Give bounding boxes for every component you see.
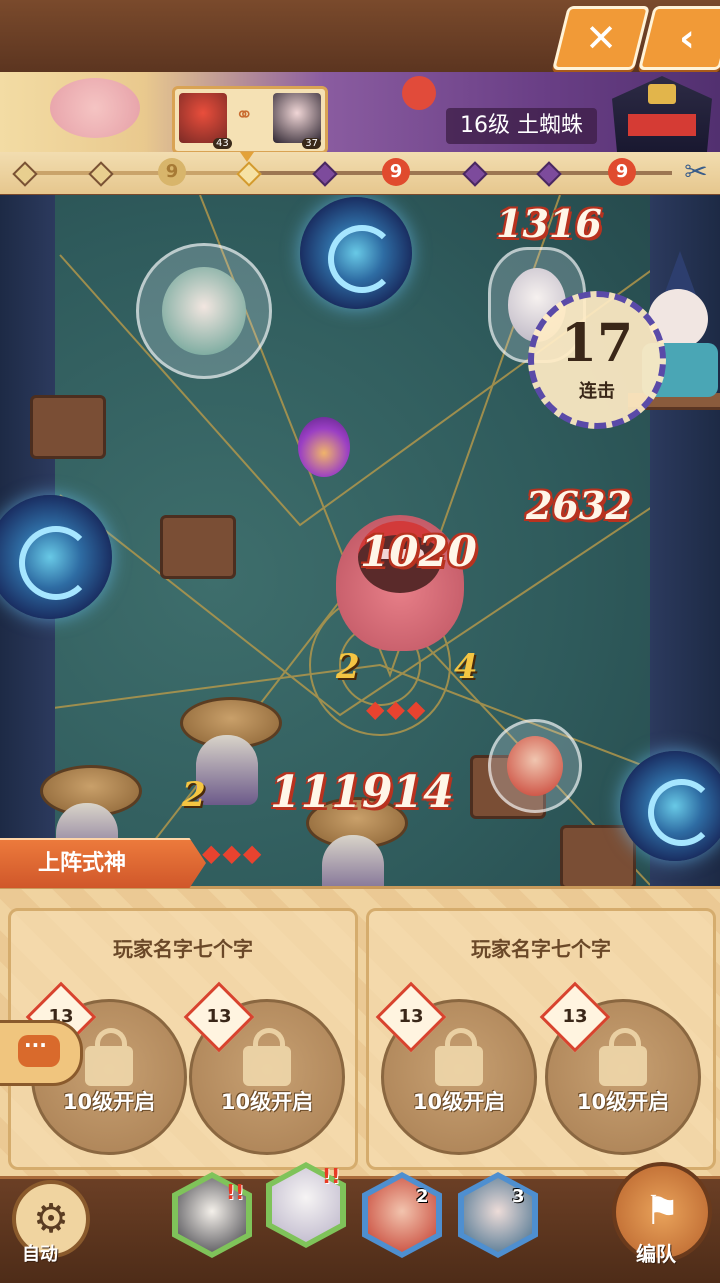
stage-node (462, 161, 488, 187)
hero-alert-badge: !! (322, 1164, 341, 1188)
boss-hp-diamonds: ◆◆◆ (366, 695, 428, 723)
ghost-fire-wisp (298, 417, 350, 477)
close-icon: ✕ (585, 16, 617, 60)
formation-label: 编队 (636, 1242, 676, 1266)
hit-count: 4 (454, 647, 478, 687)
wave-spiral-icon: 9 (158, 158, 186, 186)
combo-label: 连击 (579, 381, 615, 402)
player-avatar-1 (179, 93, 227, 143)
shikigami-bubble[interactable] (136, 243, 272, 379)
stage-node-current (236, 161, 262, 187)
damage-number: 2632 (526, 483, 632, 528)
unlock-level-text: 10级开启 (412, 1090, 506, 1114)
back-button[interactable]: ‹ (638, 6, 720, 70)
player-name: 玩家名字七个字 (113, 937, 253, 961)
unlock-level-text: 10级开启 (576, 1090, 670, 1114)
spirit-orb[interactable] (300, 197, 412, 309)
hero-count-badge: 2 (416, 1186, 429, 1207)
hero-count-badge: 3 (512, 1186, 525, 1207)
scissors-icon: ✂ (684, 155, 708, 188)
boss-level-label: 16级 土蜘蛛 (446, 108, 597, 144)
gear-icon: ⚙ (33, 1196, 69, 1242)
stage-node (312, 161, 338, 187)
team-card: 玩家名字七个字 13 10级开启 13 10级开启 (366, 908, 716, 1170)
enemy-hp-diamonds: ◆◆◆ (202, 839, 264, 867)
deploy-tab-label: 上阵式神 (38, 851, 127, 876)
boss-banner (0, 72, 720, 152)
chat-button[interactable] (0, 1020, 83, 1086)
hero-alert-badge: !! (226, 1180, 245, 1204)
combo-counter: 17 连击 (528, 291, 666, 429)
unlock-level-text: 10级开启 (220, 1090, 314, 1114)
locked-slot[interactable]: 13 10级开启 (375, 981, 537, 1155)
player-name: 玩家名字七个字 (471, 937, 611, 961)
wood-plank (560, 825, 636, 889)
hit-count: 2 (182, 775, 206, 815)
damage-number: 111914 (270, 767, 454, 818)
locked-slot[interactable]: 13 10级开启 (183, 981, 345, 1155)
flag-icon: ⚑ (644, 1188, 680, 1234)
locked-slot[interactable]: 13 10级开启 (539, 981, 701, 1155)
current-position-marker (240, 152, 254, 162)
combo-count: 17 (560, 313, 634, 374)
stage-progress-track: 9 9 9 ✂ (0, 152, 720, 197)
unlock-level-text: 10级开启 (62, 1090, 156, 1114)
wave-spiral-icon: 9 (608, 158, 636, 186)
close-button[interactable]: ✕ (552, 6, 650, 70)
top-bar: ✕ ‹ (0, 0, 720, 72)
player-level-2: 37 (302, 138, 321, 149)
stage-node (12, 161, 38, 187)
battlefield[interactable]: ◆◆◆ ◆◆◆ 17 连击 1316 2632 1020 111914 2 4 … (0, 195, 720, 890)
red-sun-decoration (402, 76, 436, 110)
stage-node (536, 161, 562, 187)
damage-number: 1020 (360, 527, 477, 576)
wave-spiral-icon: 9 (382, 158, 410, 186)
level-badge: 13 (539, 981, 611, 1053)
lock-icon (435, 1028, 483, 1086)
progress-fill (22, 171, 250, 175)
lock-icon (599, 1028, 647, 1086)
player-avatar-2 (273, 93, 321, 143)
stage-node (88, 161, 114, 187)
player-level-1: 43 (213, 138, 232, 149)
ninja-enemy-body (322, 835, 384, 890)
auto-label: 自动 (22, 1244, 58, 1265)
lock-icon (85, 1028, 133, 1086)
lock-icon (243, 1028, 291, 1086)
deploy-shikigami-tab[interactable]: 上阵式神 (0, 838, 206, 888)
back-arrow-icon: ‹ (679, 16, 695, 60)
damage-number: 1316 (496, 201, 602, 246)
bottom-bar (0, 1176, 720, 1283)
hit-count: 2 (336, 647, 360, 687)
progress-line (22, 171, 672, 175)
level-badge: 13 (183, 981, 255, 1053)
wood-plank (160, 515, 236, 579)
wood-plank (30, 395, 106, 459)
player-pair-panel[interactable]: ⚭ 43 37 (172, 86, 328, 154)
level-badge: 13 (375, 981, 447, 1053)
cherry-tree-decoration (50, 78, 140, 138)
pair-link-icon: ⚭ (235, 103, 254, 128)
spirit-orb[interactable] (620, 751, 720, 861)
shikigami-bubble[interactable] (488, 719, 582, 813)
chat-bubble-icon (18, 1033, 60, 1067)
